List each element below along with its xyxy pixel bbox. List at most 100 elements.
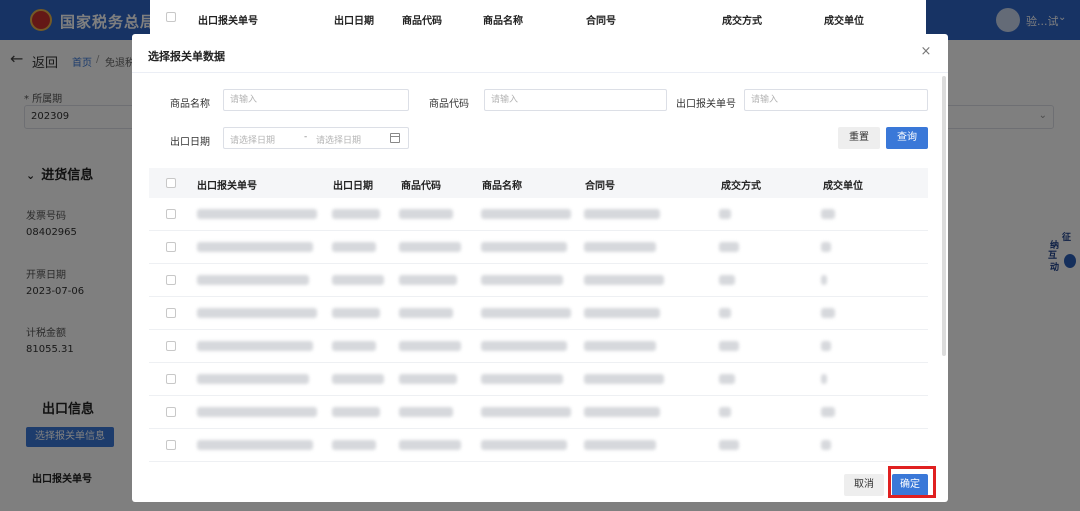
select-customs-dialog: 选择报关单数据 × 商品名称 商品代码 出口报关单号 出口日期 请选择日期 - … (132, 34, 948, 502)
redacted-cell (481, 242, 567, 252)
row-checkbox[interactable] (166, 374, 176, 384)
date-separator: - (304, 132, 308, 142)
redacted-cell (197, 242, 313, 252)
product-name-label: 商品名称 (170, 99, 210, 110)
redacted-cell (399, 209, 453, 219)
redacted-cell (197, 341, 313, 351)
product-code-input[interactable] (484, 89, 667, 111)
close-icon[interactable]: × (918, 44, 934, 59)
row-checkbox[interactable] (166, 209, 176, 219)
redacted-cell (399, 275, 457, 285)
row-checkbox[interactable] (166, 275, 176, 285)
table-row[interactable] (149, 396, 928, 429)
col-trade-method: 成交方式 (721, 181, 761, 192)
table-row[interactable] (149, 330, 928, 363)
col-export-date: 出口日期 (333, 181, 373, 192)
customs-no-label: 出口报关单号 (676, 99, 736, 110)
col-contract-no: 合同号 (585, 181, 615, 192)
redacted-cell (584, 374, 664, 384)
redacted-cell (481, 440, 567, 450)
col-customs-no: 出口报关单号 (197, 181, 257, 192)
export-date-label: 出口日期 (170, 137, 210, 148)
col-product-name: 商品名称 (483, 16, 523, 27)
export-date-range-picker[interactable]: 请选择日期 - 请选择日期 (223, 127, 409, 149)
redacted-cell (332, 341, 376, 351)
redacted-cell (821, 275, 827, 285)
redacted-cell (332, 242, 376, 252)
row-checkbox[interactable] (166, 440, 176, 450)
redacted-cell (821, 308, 835, 318)
redacted-cell (399, 308, 453, 318)
redacted-cell (584, 242, 656, 252)
redacted-cell (821, 374, 827, 384)
col-product-code: 商品代码 (401, 181, 441, 192)
redacted-cell (821, 440, 831, 450)
table-row[interactable] (149, 429, 928, 462)
redacted-cell (399, 341, 461, 351)
calendar-icon[interactable] (390, 133, 400, 143)
row-checkbox[interactable] (166, 407, 176, 417)
redacted-cell (399, 374, 457, 384)
redacted-cell (399, 242, 461, 252)
customs-no-input[interactable] (744, 89, 928, 111)
redacted-cell (719, 407, 731, 417)
table-row[interactable] (149, 363, 928, 396)
redacted-cell (821, 341, 831, 351)
redacted-cell (197, 275, 309, 285)
reset-button[interactable]: 重置 (838, 127, 880, 149)
redacted-cell (332, 209, 380, 219)
redacted-cell (821, 242, 831, 252)
select-all-checkbox[interactable] (166, 178, 176, 188)
col-trade-unit: 成交单位 (823, 181, 863, 192)
redacted-cell (197, 308, 317, 318)
redacted-cell (399, 407, 453, 417)
confirm-highlight-box (888, 466, 936, 498)
redacted-cell (481, 308, 571, 318)
date-end-placeholder[interactable]: 请选择日期 (316, 133, 361, 146)
row-checkbox[interactable] (166, 308, 176, 318)
cancel-button[interactable]: 取消 (844, 474, 884, 496)
redacted-cell (197, 209, 317, 219)
date-start-placeholder[interactable]: 请选择日期 (230, 133, 275, 146)
redacted-cell (719, 308, 731, 318)
table-row[interactable] (149, 264, 928, 297)
row-checkbox[interactable] (166, 341, 176, 351)
redacted-cell (332, 275, 384, 285)
redacted-cell (481, 407, 571, 417)
redacted-cell (197, 440, 313, 450)
redacted-cell (719, 341, 739, 351)
customs-table: 出口报关单号 出口日期 商品代码 商品名称 合同号 成交方式 成交单位 (149, 168, 928, 464)
table-row[interactable] (149, 297, 928, 330)
redacted-cell (481, 209, 571, 219)
col-export-date: 出口日期 (334, 16, 374, 27)
redacted-cell (584, 308, 660, 318)
redacted-cell (197, 374, 309, 384)
col-trade-unit: 成交单位 (824, 16, 864, 27)
redacted-cell (719, 275, 735, 285)
redacted-cell (719, 209, 731, 219)
redacted-cell (821, 407, 835, 417)
dialog-divider (132, 72, 948, 73)
redacted-cell (719, 440, 739, 450)
product-code-label: 商品代码 (429, 99, 469, 110)
redacted-cell (584, 209, 660, 219)
redacted-cell (719, 374, 735, 384)
underlying-table-header: 出口报关单号 出口日期 商品代码 商品名称 合同号 成交方式 成交单位 (150, 0, 926, 34)
redacted-cell (481, 374, 563, 384)
col-trade-method: 成交方式 (722, 16, 762, 27)
table-header: 出口报关单号 出口日期 商品代码 商品名称 合同号 成交方式 成交单位 (149, 168, 928, 198)
redacted-cell (481, 341, 567, 351)
dialog-scrollbar[interactable] (942, 76, 946, 356)
table-row[interactable] (149, 198, 928, 231)
redacted-cell (197, 407, 317, 417)
redacted-cell (821, 209, 835, 219)
redacted-cell (332, 440, 376, 450)
table-row[interactable] (149, 231, 928, 264)
col-customs-no: 出口报关单号 (198, 16, 258, 27)
redacted-cell (584, 407, 660, 417)
row-checkbox[interactable] (166, 242, 176, 252)
redacted-cell (332, 374, 384, 384)
query-button[interactable]: 查询 (886, 127, 928, 149)
redacted-cell (332, 308, 380, 318)
product-name-input[interactable] (223, 89, 409, 111)
